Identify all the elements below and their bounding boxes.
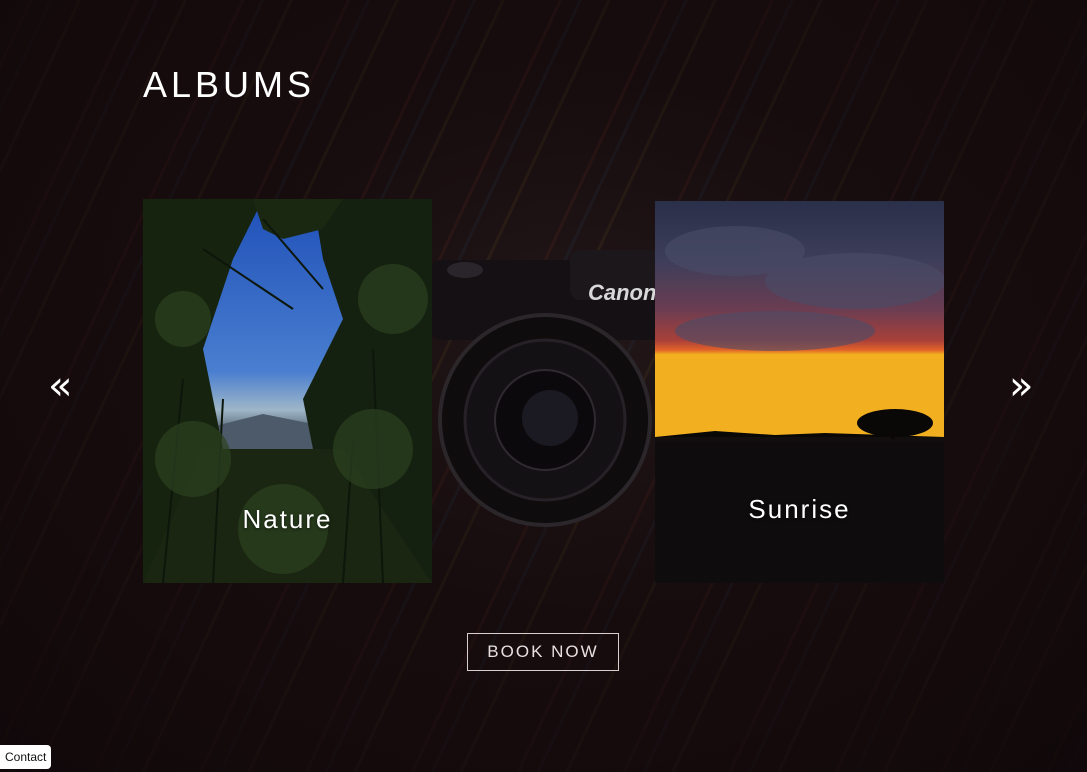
album-label-nature: Nature	[242, 504, 333, 534]
page-title: ALBUMS	[143, 64, 316, 105]
camera-background-image: Canon	[430, 250, 670, 527]
sunrise-photo	[655, 201, 944, 583]
album-label-sunrise: Sunrise	[748, 494, 851, 524]
album-card-sunrise[interactable]: Sunrise	[655, 201, 944, 583]
carousel-next-icon[interactable]: »	[1009, 366, 1033, 406]
contact-button[interactable]: Contact	[0, 745, 52, 769]
book-now-button[interactable]: BOOK NOW	[467, 633, 619, 671]
svg-text:Canon: Canon	[588, 280, 656, 305]
album-card-nature[interactable]: Nature	[143, 199, 432, 583]
page: Canon ALBUMS Nature Sunrise « » BOOK NOW…	[0, 0, 1087, 772]
carousel-prev-icon[interactable]: «	[48, 366, 72, 406]
